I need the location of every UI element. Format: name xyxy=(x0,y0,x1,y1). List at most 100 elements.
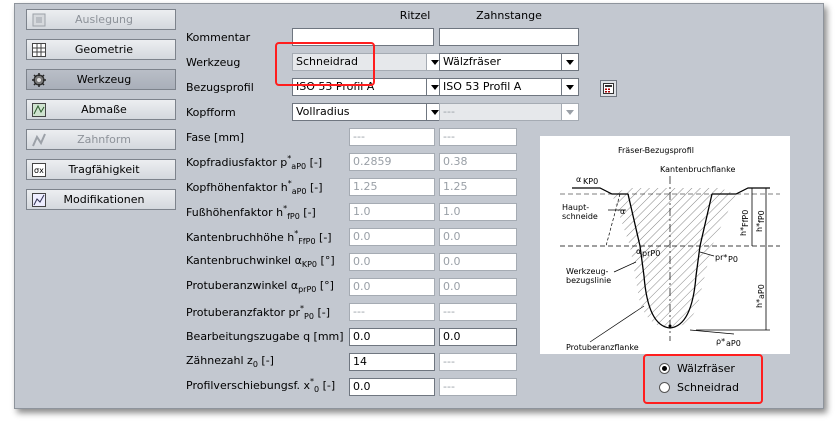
zahnstange-bezugsprofil-select[interactable]: ISO 53 Profil A xyxy=(439,78,579,96)
werkzeug-highlight xyxy=(275,42,375,86)
zahnstange-kantenbruchwinkel-input[interactable]: 0.0 xyxy=(439,253,517,271)
label-protuberanzwinkel: Protuberanzwinkel αprP0 [°] xyxy=(186,279,334,294)
ritzel-kopfform-select[interactable]: Vollradius xyxy=(292,103,444,121)
nav-label: Auslegung xyxy=(75,13,133,26)
svg-text:P0: P0 xyxy=(728,255,738,264)
nav-zahnform-button[interactable]: Zahnform xyxy=(26,129,176,150)
column-header-zahnstange: Zahnstange xyxy=(476,9,542,22)
select-value: ISO 53 Profil A xyxy=(443,80,522,93)
design-icon xyxy=(31,12,47,28)
label-kommentar: Kommentar xyxy=(186,31,251,44)
select-value: Vollradius xyxy=(296,105,350,118)
ritzel-bearbeitungszugabe-input[interactable]: 0.0 xyxy=(349,328,435,346)
ritzel-fase-input[interactable]: --- xyxy=(349,128,435,146)
select-value: Wälzfräser xyxy=(443,55,501,68)
select-value: --- xyxy=(443,105,455,118)
ritzel-kopfhoehe-input[interactable]: 1.25 xyxy=(349,178,435,196)
zahnstange-kopfhoehe-input[interactable]: 1.25 xyxy=(439,178,517,196)
svg-text:FfP0: FfP0 xyxy=(741,210,750,227)
zahnstange-kopfform-select[interactable]: --- xyxy=(439,103,579,121)
label-fase: Fase [mm] xyxy=(186,131,245,144)
nav-geometrie-button[interactable]: Geometrie xyxy=(26,39,176,60)
grid-icon xyxy=(31,42,47,58)
ritzel-kantenbruchwinkel-input[interactable]: 0.0 xyxy=(349,253,435,271)
nav-label: Abmaße xyxy=(81,103,127,116)
diagram-werkzeugbezug2: bezugslinie xyxy=(566,276,611,285)
chevron-down-icon[interactable] xyxy=(561,79,578,95)
radio-label: Wälzfräser xyxy=(677,362,735,375)
label-kopfhoehenfaktor: Kopfhöhenfaktor h*aP0 [-] xyxy=(186,179,323,196)
svg-text:KP0: KP0 xyxy=(583,177,598,186)
dimensions-icon xyxy=(31,102,47,118)
ritzel-kantenbruchhoehe-input[interactable]: 0.0 xyxy=(349,228,435,246)
radio-waelzfraeser[interactable]: Wälzfräser xyxy=(659,362,735,375)
label-bezugsprofil: Bezugsprofil xyxy=(186,81,254,94)
radio-schneidrad[interactable]: Schneidrad xyxy=(659,381,739,394)
svg-text:aP0: aP0 xyxy=(757,284,766,299)
diagram-hauptschneide: Haupt- xyxy=(562,203,589,212)
label-profilverschiebung: Profilverschiebungsf. x*0 [-] xyxy=(186,377,336,394)
reference-profile-diagram: Fräser-Bezugsprofil Kantenbruchflanke α … xyxy=(540,136,790,354)
ritzel-protuberanzfaktor-input[interactable]: --- xyxy=(349,303,435,321)
svg-text:h*: h* xyxy=(755,223,764,232)
label-fusshoehenfaktor: Fußhöhenfaktor h*fP0 [-] xyxy=(186,204,316,221)
ritzel-fusshoehe-input[interactable]: 1.0 xyxy=(349,203,435,221)
nav-tragfaehigkeit-button[interactable]: σx Tragfähigkeit xyxy=(26,159,176,180)
diagram-kantenbruchflanke: Kantenbruchflanke xyxy=(660,165,735,174)
zahnstange-kommentar-input[interactable] xyxy=(439,28,579,46)
diagram-protuberanzflanke: Protuberanzflanke xyxy=(566,343,639,352)
chevron-down-icon[interactable] xyxy=(561,54,578,70)
tool-settings-window: Auslegung Geometrie Werkzeug Abmaße Zahn… xyxy=(14,3,824,409)
label-protuberanzfaktor: Protuberanzfaktor pr*P0 [-] xyxy=(186,304,331,321)
ritzel-protuberanzwinkel-input[interactable]: 0.0 xyxy=(349,278,435,296)
nav-abmasse-button[interactable]: Abmaße xyxy=(26,99,176,120)
tool-gear-icon xyxy=(31,72,47,88)
nav-label: Tragfähigkeit xyxy=(68,163,140,176)
svg-text:aP0: aP0 xyxy=(726,339,741,348)
zahnstange-protuberanzwinkel-input[interactable]: 0.0 xyxy=(439,278,517,296)
zahnstange-fusshoehe-input[interactable]: 1.0 xyxy=(439,203,517,221)
zahnstange-kantenbruchhoehe-input[interactable]: 0.0 xyxy=(439,228,517,246)
zahnstange-zaehnezahl-input[interactable]: --- xyxy=(439,353,517,371)
svg-text:prP0: prP0 xyxy=(642,249,660,258)
nav-label: Werkzeug xyxy=(76,73,132,86)
label-bearbeitungszugabe: Bearbeitungszugabe q [mm] xyxy=(186,330,344,343)
nav-werkzeug-button[interactable]: Werkzeug xyxy=(26,69,176,90)
zahnstange-bearbeitungszugabe-input[interactable]: 0.0 xyxy=(439,328,517,346)
ritzel-zaehnezahl-input[interactable]: 14 xyxy=(349,353,435,371)
nav-label: Zahnform xyxy=(77,133,131,146)
label-zaehnezahl: Zähnezahl z0 [-] xyxy=(186,354,274,369)
svg-text:pr*: pr* xyxy=(715,253,727,262)
nav-auslegung-button[interactable]: Auslegung xyxy=(26,9,176,30)
svg-text:ρ*: ρ* xyxy=(716,337,725,346)
label-kantenbruchwinkel: Kantenbruchwinkel αKP0 [°] xyxy=(186,254,335,269)
nav-label: Geometrie xyxy=(74,43,134,56)
ritzel-kopfradius-input[interactable]: 0.2859 xyxy=(349,153,435,171)
svg-text:α: α xyxy=(576,175,581,184)
nav-label: Modifikationen xyxy=(63,193,145,206)
modification-icon xyxy=(31,192,47,208)
svg-text:h*: h* xyxy=(739,227,748,236)
zahnstange-kopfradius-input[interactable]: 0.38 xyxy=(439,153,517,171)
zahnstange-werkzeug-select[interactable]: Wälzfräser xyxy=(439,53,579,71)
radio-label: Schneidrad xyxy=(677,381,740,394)
radio-unselected-icon[interactable] xyxy=(659,382,670,393)
tooth-form-icon xyxy=(31,132,47,148)
label-werkzeug: Werkzeug xyxy=(186,56,241,69)
chevron-down-icon[interactable] xyxy=(561,104,578,120)
zahnstange-protuberanzfaktor-input[interactable]: --- xyxy=(439,303,517,321)
calculator-icon[interactable] xyxy=(600,80,617,97)
nav-modifikationen-button[interactable]: Modifikationen xyxy=(26,189,176,210)
label-kantenbruchhoehe: Kantenbruchhöhe h*FfP0 [-] xyxy=(186,229,332,246)
diagram-title: Fräser-Bezugsprofil xyxy=(618,146,694,155)
label-kopfform: Kopfform xyxy=(186,106,236,119)
svg-text:h*: h* xyxy=(755,299,764,308)
zahnstange-profilverschiebung-input[interactable]: --- xyxy=(439,378,517,396)
radio-selected-icon[interactable] xyxy=(659,363,670,374)
diagram-alpha: α xyxy=(620,207,625,216)
diagram-werkzeugbezug: Werkzeug- xyxy=(566,267,609,276)
diagram-hauptschneide2: schneide xyxy=(562,212,598,221)
svg-text:fP0: fP0 xyxy=(757,210,766,223)
zahnstange-fase-input[interactable]: --- xyxy=(439,128,517,146)
ritzel-profilverschiebung-input[interactable]: 0.0 xyxy=(349,378,435,396)
